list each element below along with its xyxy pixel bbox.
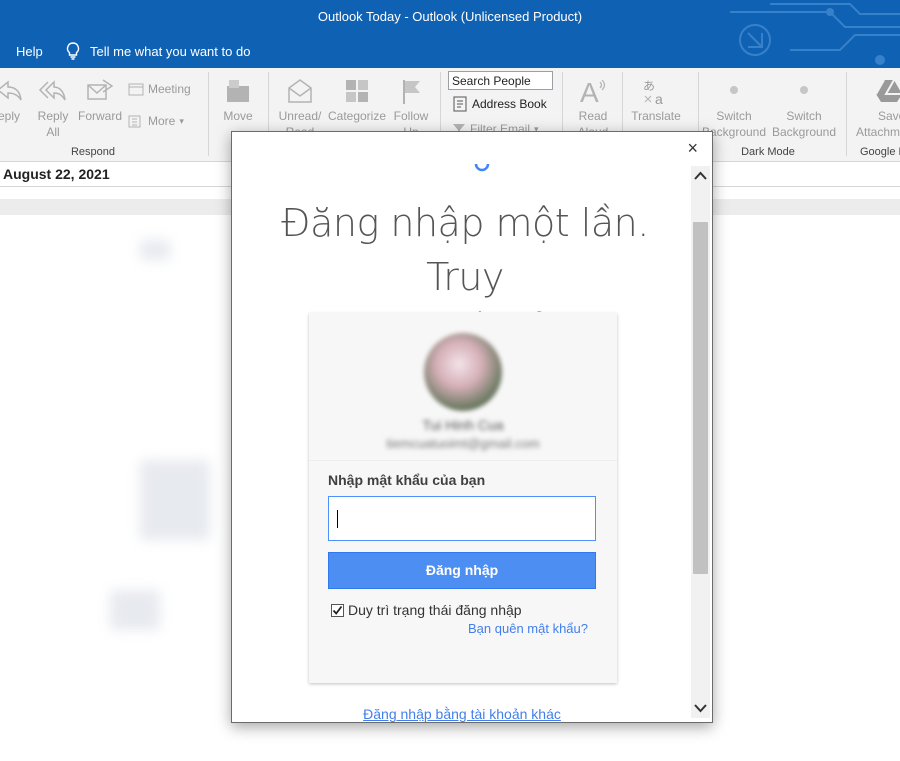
categorize-label: Categorize xyxy=(327,109,387,123)
forward-label: Forward xyxy=(78,109,123,123)
read-aloud-icon: A xyxy=(580,77,606,106)
switch-background-button-2[interactable]: Switch Background xyxy=(770,76,838,140)
stay-signed-in-checkbox[interactable]: Duy trì trạng thái đăng nhập xyxy=(331,602,522,618)
dark-mode-group-label: Dark Mode xyxy=(741,146,795,158)
sign-in-button[interactable]: Đăng nhập xyxy=(328,552,596,589)
meeting-button[interactable]: Meeting xyxy=(128,82,191,96)
reply-all-label-2: All xyxy=(46,125,60,139)
svg-text:A: A xyxy=(580,77,599,106)
reply-all-icon xyxy=(38,80,66,101)
scrollbar[interactable] xyxy=(691,166,710,718)
meeting-label: Meeting xyxy=(148,82,191,96)
respond-group-label: Respond xyxy=(70,146,116,158)
checkbox-checked-icon[interactable] xyxy=(331,603,344,617)
blurred-content xyxy=(110,590,160,630)
search-people-input[interactable]: Search People xyxy=(448,71,553,90)
chevron-down-icon: ▾ xyxy=(179,115,184,126)
save-label: Save xyxy=(878,109,900,123)
address-book-icon xyxy=(453,96,467,112)
today-date: August 22, 2021 xyxy=(3,166,110,182)
more-icon xyxy=(128,115,141,128)
reply-all-label: Reply xyxy=(37,109,69,123)
sign-in-card: Tui Hinh Cua tiemcuatuoimt@gmail.com Nhậ… xyxy=(309,312,617,683)
google-drive-group-label: Google D xyxy=(860,146,900,158)
scroll-down-arrow-icon[interactable] xyxy=(693,700,708,716)
blurred-content xyxy=(140,460,210,540)
forward-button[interactable]: Forward xyxy=(78,76,122,124)
unread-label: Unread/ xyxy=(278,109,322,123)
heading-line-1: Đăng nhập một lần. Truy xyxy=(281,201,649,299)
reply-icon xyxy=(0,80,22,101)
ribbon-separator xyxy=(208,72,209,156)
ribbon-separator xyxy=(846,72,847,156)
account-name: Tui Hinh Cua xyxy=(422,417,504,433)
google-drive-icon xyxy=(875,79,900,102)
svg-text:あ: あ xyxy=(643,79,655,93)
translate-label: Translate xyxy=(631,109,681,123)
reply-label: eply xyxy=(0,109,20,123)
blurred-content xyxy=(140,240,170,260)
more-label: More xyxy=(148,114,176,128)
read-label: Read xyxy=(578,109,608,123)
translate-button[interactable]: あa Translate xyxy=(628,76,684,124)
tell-me-text: Tell me what you want to do xyxy=(90,43,251,59)
sign-in-other-account-link[interactable]: Đăng nhập bằng tài khoản khác xyxy=(232,706,692,722)
account-email: tiemcuatuoimt@gmail.com xyxy=(386,436,540,451)
close-button[interactable]: × xyxy=(687,139,698,157)
address-book-label: Address Book xyxy=(472,97,547,111)
avatar xyxy=(424,333,502,411)
forward-icon xyxy=(87,79,114,100)
save-label-2: Attachm xyxy=(856,125,900,139)
dot-icon xyxy=(800,86,808,94)
password-field[interactable] xyxy=(328,496,596,541)
flag-icon xyxy=(403,80,420,104)
circuit-decoration-icon xyxy=(730,3,900,65)
password-label: Nhập mật khẩu của bạn xyxy=(328,472,486,488)
categorize-button[interactable]: Categorize xyxy=(326,76,388,124)
reply-all-button[interactable]: Reply All xyxy=(36,76,70,140)
categorize-icon xyxy=(346,80,368,102)
password-section: Nhập mật khẩu của bạn Đăng nhập Duy trì … xyxy=(309,460,617,683)
scrollbar-thumb[interactable] xyxy=(693,222,708,574)
switch-label: Switch xyxy=(716,109,752,123)
sign-in-dialog: × Đăng nhập một lần. Truy cập tất cả. Tu… xyxy=(231,131,713,723)
more-button[interactable]: More ▾ xyxy=(128,114,184,128)
text-caret xyxy=(337,510,338,528)
forgot-password-link[interactable]: Bạn quên mật khẩu? xyxy=(468,621,588,636)
tell-me-search[interactable]: Tell me what you want to do xyxy=(66,42,250,60)
meeting-icon xyxy=(128,83,144,96)
stay-signed-in-label: Duy trì trạng thái đăng nhập xyxy=(348,602,522,618)
help-menu[interactable]: Help xyxy=(16,44,43,59)
reply-button[interactable]: eply xyxy=(0,76,26,124)
lightbulb-icon xyxy=(66,42,80,60)
translate-icon: あa xyxy=(643,79,663,106)
loading-spinner-icon xyxy=(474,163,490,172)
switch-label-2: Background xyxy=(771,125,837,139)
envelope-icon xyxy=(288,79,312,103)
follow-label: Follow xyxy=(393,109,429,123)
svg-text:a: a xyxy=(655,91,663,106)
dot-icon xyxy=(730,86,738,94)
move-label: Move xyxy=(223,109,253,123)
save-attachments-button[interactable]: Save Attachm xyxy=(854,76,900,140)
title-bar: Outlook Today - Outlook (Unlicensed Prod… xyxy=(0,0,900,68)
switch-label: Switch xyxy=(786,109,822,123)
move-button[interactable]: Move xyxy=(218,76,258,124)
address-book-button[interactable]: Address Book xyxy=(452,96,547,112)
move-icon xyxy=(227,80,249,102)
scroll-up-arrow-icon[interactable] xyxy=(693,168,708,184)
